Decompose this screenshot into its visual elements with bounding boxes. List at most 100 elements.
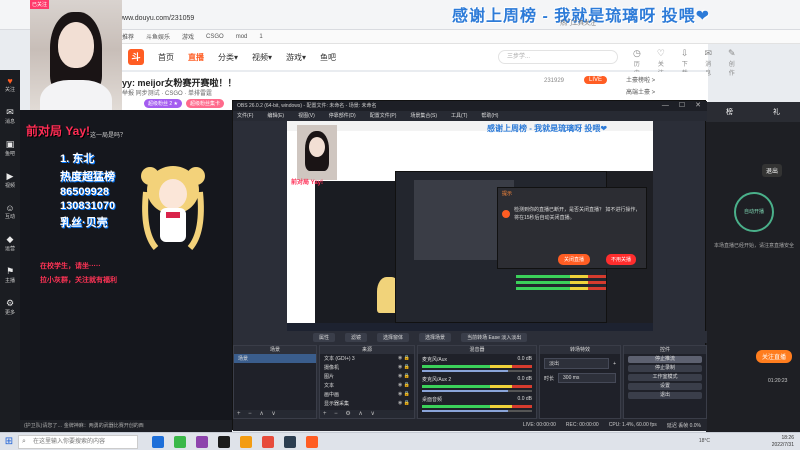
- source-item[interactable]: 画中画 ◉ 🔒: [320, 390, 414, 399]
- sidebar-item-operate[interactable]: ◆ 运营: [3, 234, 17, 252]
- volume-meter: [422, 405, 532, 408]
- source-item[interactable]: 文本 ◉ 🔒: [320, 381, 414, 390]
- address-bar[interactable]: www.douyu.com/231059: [118, 15, 318, 27]
- stop-streaming-button[interactable]: 停止推流: [628, 356, 702, 363]
- search-input[interactable]: 三步学...: [498, 50, 618, 64]
- volume-slider[interactable]: [422, 410, 532, 412]
- source-item[interactable]: 文本 (GDI+) 3 ◉ 🔒: [320, 354, 414, 363]
- sidebar-item-fishbar[interactable]: ▣ 鱼吧: [3, 139, 17, 157]
- windows-start-icon[interactable]: ⊞: [0, 436, 18, 447]
- create-icon[interactable]: ✎ 创作: [728, 48, 736, 77]
- nav-category[interactable]: 分类▾: [218, 52, 238, 63]
- duration-input[interactable]: 300 ms: [558, 373, 616, 383]
- bookmark-item[interactable]: 推荐: [122, 32, 134, 41]
- nav-live[interactable]: 直播: [188, 52, 204, 63]
- weather-temp[interactable]: 18°C: [699, 438, 710, 444]
- bookmark-item[interactable]: mod: [236, 34, 248, 40]
- properties-button[interactable]: 属性: [313, 332, 336, 342]
- taskbar-app-icon[interactable]: [152, 435, 164, 448]
- scenes-dock-title: 场景: [234, 346, 316, 354]
- preview-meter: [516, 275, 606, 278]
- mixer-track: 麦克风/Aux 0.0 dB: [422, 356, 532, 372]
- menu-tools[interactable]: 工具(T): [451, 111, 467, 121]
- settings-button[interactable]: 设置: [628, 383, 702, 390]
- volume-slider[interactable]: [422, 370, 532, 372]
- douyu-logo[interactable]: 斗: [128, 49, 144, 65]
- source-item[interactable]: 显示器采集 ◉ 🔒: [320, 399, 414, 408]
- nav-video[interactable]: 视频▾: [252, 52, 272, 63]
- menu-scene-collection[interactable]: 场景集合(S): [410, 111, 437, 121]
- sidebar-item-anchor[interactable]: ⚑ 主播: [3, 266, 17, 284]
- mixer-track-name: 麦克风/Aux: [422, 357, 448, 363]
- close-icon[interactable]: ✕: [695, 101, 701, 111]
- minimize-icon[interactable]: —: [662, 101, 669, 111]
- system-clock[interactable]: 18:26 2022/7/31: [772, 435, 794, 449]
- current-transition-button[interactable]: 当前转场 Ease 淡入淡出: [461, 332, 528, 342]
- top-right-text: 热门工具关注: [560, 21, 597, 27]
- maximize-icon[interactable]: ☐: [679, 101, 685, 111]
- source-item[interactable]: 图片 ◉ 🔒: [320, 372, 414, 381]
- room-tag[interactable]: 超级粉丝集卡: [186, 99, 225, 108]
- sidebar-item-interact[interactable]: ☺ 互动: [3, 203, 17, 220]
- taskbar-app-icon[interactable]: [306, 435, 318, 448]
- nav-game[interactable]: 游戏▾: [286, 52, 306, 63]
- rank-link[interactable]: 高端土豪 >: [626, 87, 704, 96]
- menu-help[interactable]: 帮助(H): [481, 111, 498, 121]
- tab-gift[interactable]: 礼: [773, 107, 780, 117]
- eye-lock-icon: ◉ 🔒: [398, 400, 410, 406]
- nav-home[interactable]: 首页: [158, 52, 174, 63]
- taskbar-app-icon[interactable]: [174, 435, 186, 448]
- scene-item[interactable]: 场景: [234, 354, 316, 363]
- rank-link[interactable]: 土豪榜啦 >: [626, 75, 704, 84]
- exit-button[interactable]: 退出: [762, 164, 783, 177]
- close-live-dialog: 提示 检测到你的直播已断开，是否关闭直播？ 如不进行操作，将在15秒后自动关闭直…: [497, 187, 647, 269]
- source-item[interactable]: 摄像机 ◉ 🔒: [320, 363, 414, 372]
- taskbar-app-icon[interactable]: [284, 435, 296, 448]
- menu-edit[interactable]: 编辑(E): [267, 111, 284, 121]
- bookmark-item[interactable]: CSGO: [206, 34, 224, 40]
- exit-button[interactable]: 退出: [628, 392, 702, 399]
- tab-rank[interactable]: 榜: [726, 107, 733, 117]
- webcam-overlay: 已关注: [30, 0, 122, 124]
- taskbar-app-icon[interactable]: [240, 435, 252, 448]
- transition-add-icon[interactable]: +: [613, 361, 616, 367]
- studio-mode-button[interactable]: 工作室模式: [628, 374, 702, 381]
- sidebar-item-video[interactable]: ▶ 视频: [3, 171, 17, 189]
- volume-slider[interactable]: [422, 390, 532, 392]
- follow-live-button[interactable]: 关注直播: [756, 350, 793, 363]
- menu-docks[interactable]: 停靠部件(D): [329, 111, 356, 121]
- auto-live-toggle[interactable]: 自动开播: [734, 192, 774, 232]
- menu-profile[interactable]: 配置文件(P): [370, 111, 397, 121]
- volume-meter: [422, 385, 532, 388]
- obs-window: OBS 26.0.2 (64-bit, windows) - 配置文件: 未命名…: [232, 100, 707, 431]
- stream-video[interactable]: 前对局 Yay! 这一局是吗？ 1. 东北 热度超猛榜 86509928 130…: [20, 110, 232, 430]
- menu-view[interactable]: 视图(V): [298, 111, 315, 121]
- close-live-button[interactable]: 关闭直播: [558, 254, 591, 265]
- taskbar-app-icon[interactable]: [218, 435, 230, 448]
- filters-button[interactable]: 滤镜: [345, 332, 368, 342]
- sources-dock-footer[interactable]: + − ⚙ ∧ ∨: [320, 410, 414, 418]
- flag-icon: ⚑: [5, 266, 15, 276]
- transition-select[interactable]: 淡出: [544, 358, 610, 369]
- taskbar-app-icon[interactable]: [262, 435, 274, 448]
- stop-recording-button[interactable]: 停止录制: [628, 365, 702, 372]
- taskbar-app-icon[interactable]: [196, 435, 208, 448]
- obs-preview-canvas[interactable]: 感谢上周榜 - 我就是琉璃呀 投喂❤ 前对局 Yay! 提示 检测到你的直播已断…: [287, 121, 653, 331]
- bookmark-item[interactable]: 游戏: [182, 32, 194, 41]
- sidebar-item-follow[interactable]: ♥ 关注: [3, 76, 17, 93]
- taskbar-search-input[interactable]: ⌕ 在这里输入你要搜索的内容: [18, 434, 138, 449]
- select-scene-button[interactable]: 选择场景: [419, 332, 452, 342]
- menu-file[interactable]: 文件(F): [237, 111, 253, 121]
- nav-fishbar[interactable]: 鱼吧: [320, 52, 336, 63]
- bookmark-item[interactable]: 斗鱼娱乐: [146, 32, 170, 41]
- select-window-button[interactable]: 选择窗体: [377, 332, 410, 342]
- site-header: 斗 首页 直播 分类▾ 视频▾ 游戏▾ 鱼吧 三步学... ◷历史 ♡关注 ⇩下…: [118, 44, 736, 77]
- sidebar-item-more[interactable]: ⚙ 更多: [3, 298, 17, 316]
- bookmark-item[interactable]: 1: [259, 34, 262, 40]
- scenes-dock-footer[interactable]: + − ∧ ∨: [234, 410, 316, 418]
- sidebar-item-message[interactable]: ✉ 消息: [3, 107, 17, 125]
- live-time: 01:20:23: [768, 378, 788, 384]
- room-tag[interactable]: 超级粉丝 2 ★: [144, 99, 183, 108]
- mixer-track-name: 麦克风/Aux 2: [422, 377, 452, 383]
- keep-live-button[interactable]: 不用关播: [606, 254, 637, 265]
